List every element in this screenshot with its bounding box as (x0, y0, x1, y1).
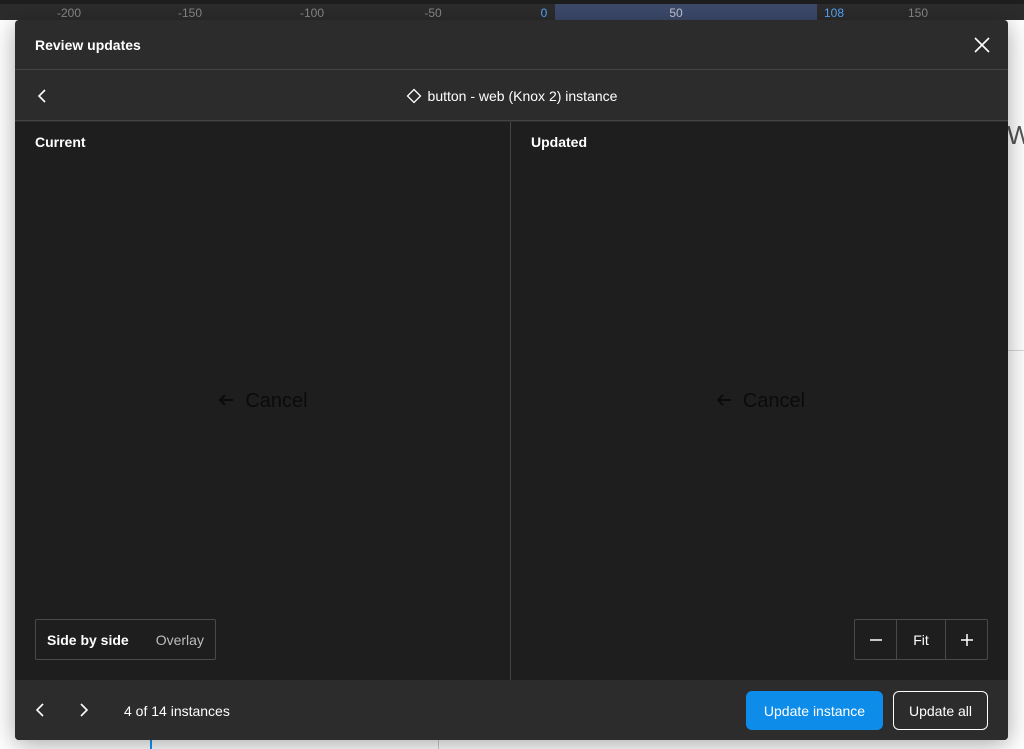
component-heading: button - web (Knox 2) instance (15, 88, 1008, 104)
close-icon (974, 37, 990, 53)
next-instance-button[interactable] (71, 698, 95, 722)
zoom-out-button[interactable] (855, 620, 896, 659)
ruler-tick: 0 (540, 6, 548, 20)
zoom-fit-button[interactable]: Fit (896, 620, 946, 659)
ruler-tick: -150 (177, 6, 203, 20)
updated-preview: Cancel (512, 390, 1008, 413)
current-label: Current (35, 134, 86, 150)
component-subheader: button - web (Knox 2) instance (15, 71, 1008, 121)
component-diamond-icon (406, 88, 421, 104)
plus-icon (960, 633, 973, 646)
ruler-selection-highlight (555, 4, 817, 20)
zoom-controls: Fit (854, 619, 988, 660)
chevron-left-icon (35, 703, 44, 717)
horizontal-ruler: -200 -150 -100 -50 0 50 108 150 (0, 0, 1024, 20)
instance-count: 4 of 14 instances (124, 703, 230, 719)
ruler-tick: 50 (669, 6, 683, 20)
ruler-tick: -100 (299, 6, 325, 20)
updated-preview-label: Cancel (742, 390, 806, 412)
review-updates-modal: Review updates button - web (Knox 2) ins… (15, 20, 1008, 740)
update-instance-button[interactable]: Update instance (746, 691, 883, 730)
zoom-in-button[interactable] (946, 620, 987, 659)
ruler-tick: -200 (56, 6, 82, 20)
modal-title: Review updates (35, 37, 141, 53)
close-button[interactable] (970, 33, 994, 57)
ruler-tick: 150 (907, 6, 929, 20)
comparison-area: Current Cancel Side by side Overlay Upda… (15, 122, 1008, 680)
overlay-option[interactable]: Overlay (145, 620, 215, 659)
previous-instance-button[interactable] (29, 698, 53, 722)
modal-footer: 4 of 14 instances Update instance Update… (15, 680, 1008, 740)
side-by-side-option[interactable]: Side by side (36, 620, 140, 659)
chevron-right-icon (80, 703, 89, 717)
update-all-button[interactable]: Update all (893, 691, 988, 730)
current-preview-label: Cancel (245, 390, 308, 412)
updated-label: Updated (531, 134, 587, 150)
modal-header: Review updates (15, 20, 1008, 70)
component-name: button - web (Knox 2) instance (427, 88, 618, 104)
current-pane: Current Cancel Side by side Overlay (15, 122, 511, 680)
arrow-left-icon (218, 394, 234, 406)
view-mode-toggle: Side by side Overlay (35, 619, 216, 660)
updated-pane: Updated Cancel Fit (512, 122, 1008, 680)
minus-icon (869, 638, 882, 641)
canvas-divider (1008, 350, 1024, 351)
ruler-tick: 108 (823, 6, 845, 20)
arrow-left-icon (716, 394, 731, 406)
canvas-partial-glyph: W (1007, 120, 1024, 150)
ruler-tick: -50 (424, 6, 442, 20)
current-preview: Cancel (15, 390, 510, 413)
